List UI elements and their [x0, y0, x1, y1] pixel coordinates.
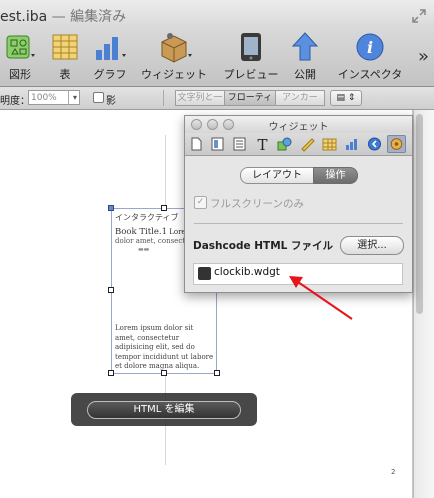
format-divider: [163, 90, 164, 106]
wrap-inspector-icon[interactable]: [230, 135, 249, 153]
fullscreen-only-label: フルスクリーンのみ: [210, 198, 304, 210]
wrap-style-select[interactable]: ▤ ⇕: [330, 90, 362, 106]
metrics-inspector-icon[interactable]: [298, 135, 317, 153]
fullscreen-only-checkbox[interactable]: ✓: [194, 196, 207, 209]
publish-icon: [291, 32, 319, 61]
svg-text:T: T: [257, 136, 267, 153]
graphic-inspector-icon[interactable]: [275, 135, 294, 153]
inspector-icon: i: [356, 33, 384, 61]
dashcode-file-label: Dashcode HTML ファイル: [193, 240, 334, 252]
tab-action[interactable]: 操作: [313, 167, 358, 184]
choose-file-button[interactable]: 選択...: [340, 236, 404, 255]
toolbar-table-button[interactable]: 表: [48, 30, 82, 82]
wrap-floating-button[interactable]: フローティ: [224, 90, 276, 106]
selection-handle-bottom-left[interactable]: [108, 370, 114, 376]
table-inspector-icon[interactable]: [320, 135, 339, 153]
shadow-checkbox[interactable]: [93, 92, 104, 103]
wrap-inline-button[interactable]: 文字列と一: [175, 90, 225, 106]
widget-separator: ▬▬: [138, 246, 150, 253]
inspector-divider: [194, 223, 403, 224]
opacity-label: 明度：: [0, 96, 30, 107]
svg-text:i: i: [367, 38, 373, 57]
wrap-anchor-button[interactable]: アンカー: [275, 90, 325, 106]
shadow-label: 影: [106, 96, 116, 107]
edit-html-button[interactable]: HTML を編集: [87, 401, 241, 419]
title-status: — 編集済み: [47, 9, 127, 25]
window-title: est.iba — 編集済み: [0, 6, 126, 26]
selection-handle-left[interactable]: [108, 287, 114, 293]
inspector-title: ウィジェット: [268, 122, 329, 133]
wdgt-file-icon: [198, 267, 211, 280]
opacity-dropdown-icon[interactable]: ▾: [68, 90, 81, 105]
layout-inspector-icon[interactable]: [208, 135, 227, 153]
page-number: 2: [391, 468, 396, 476]
selection-handle-bottom[interactable]: [161, 370, 167, 376]
shapes-icon: [6, 35, 35, 59]
widget-icon: [161, 33, 192, 63]
widget-inspector-tab[interactable]: [387, 135, 406, 153]
chart-icon: [96, 37, 126, 60]
title-filename: est.iba: [0, 9, 48, 25]
toolbar-overflow-chevron-icon[interactable]: »: [418, 46, 429, 67]
scrollbar-thumb[interactable]: [416, 114, 423, 314]
document-inspector-icon[interactable]: [187, 135, 206, 153]
fullscreen-icon[interactable]: [412, 9, 426, 23]
toolbar-chart-button[interactable]: グラフ: [90, 30, 130, 82]
widget-file-name: clockib.wdgt: [214, 266, 280, 278]
selection-handle-top[interactable]: [161, 205, 167, 211]
toolbar-widget-button[interactable]: ウィジェット: [140, 30, 208, 82]
chart-inspector-icon[interactable]: [342, 135, 361, 153]
tab-layout[interactable]: レイアウト: [240, 167, 314, 184]
toolbar: 図形 表 グラフ ウィジェット プレビュー 公開 i インスペクタ »: [0, 28, 434, 87]
toolbar-inspector-button[interactable]: i インスペクタ: [335, 30, 405, 82]
preview-icon: [241, 33, 261, 61]
selection-handle-bottom-right[interactable]: [214, 370, 220, 376]
toolbar-preview-button[interactable]: プレビュー: [222, 30, 280, 82]
selection-handle-top-left[interactable]: [108, 205, 114, 211]
toolbar-publish-button[interactable]: 公開: [288, 30, 322, 82]
quicktime-widget-icon: [390, 138, 403, 150]
text-inspector-icon[interactable]: T: [253, 135, 272, 153]
link-inspector-icon[interactable]: [365, 135, 384, 153]
toolbar-shapes-button[interactable]: 図形: [3, 30, 37, 82]
table-icon: [52, 34, 78, 60]
widget-header-text: インタラクティブ: [115, 213, 179, 222]
widget-body-text: Lorem ipsum dolor sit amet, consectetur …: [115, 324, 214, 370]
